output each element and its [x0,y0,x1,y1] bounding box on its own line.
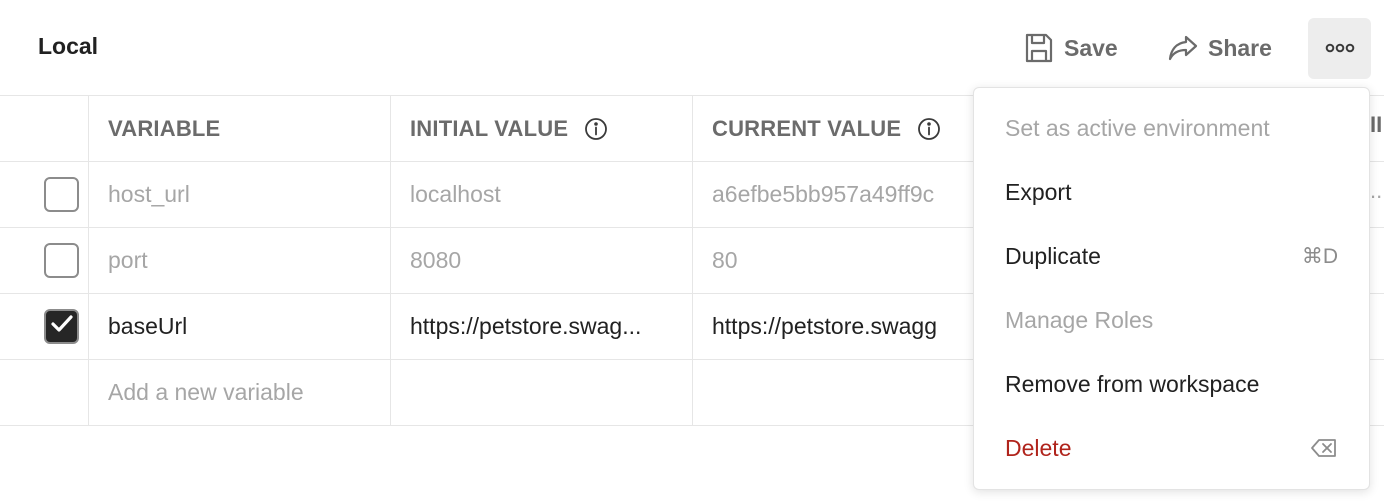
environment-title: Local [38,33,99,59]
checkbox-cell [0,360,89,425]
menu-item-label: Export [1005,178,1072,205]
column-header-initial-value: INITIAL VALUE [391,96,693,161]
share-button[interactable]: Share [1168,28,1272,68]
more-horizontal-icon [1325,40,1355,58]
row-enable-checkbox[interactable] [44,243,79,278]
initial-value: 8080 [410,247,462,273]
menu-item-duplicate[interactable]: Duplicate ⌘D [974,224,1369,288]
column-label: VARIABLE [108,115,221,141]
menu-item-set-active-environment[interactable]: Set as active environment [974,96,1369,160]
initial-value: localhost [410,181,501,207]
share-icon [1168,34,1198,62]
column-label: INITIAL VALUE [410,115,569,141]
column-label: CURRENT VALUE [712,115,902,141]
info-icon[interactable] [917,117,941,141]
current-value: https://petstore.swagg [712,313,938,339]
save-icon [1024,32,1054,64]
variable-name: host_url [108,181,190,207]
checkmark-icon [50,313,74,340]
current-value: a6efbe5bb957a49ff9c [712,181,935,207]
variable-cell[interactable]: port [89,228,391,293]
environment-actions-menu: Set as active environment Export Duplica… [973,87,1370,490]
variable-name: port [108,247,148,273]
menu-item-export[interactable]: Export [974,160,1369,224]
save-button[interactable]: Save [1024,28,1118,68]
checkbox-cell [0,162,89,227]
select-all-column [0,96,89,161]
checkbox-cell [0,228,89,293]
menu-item-delete[interactable]: Delete [974,416,1369,480]
menu-item-label: Manage Roles [1005,306,1154,333]
environment-editor: Local Save Share VARIABLE INITIAL VALUE … [0,0,1384,504]
initial-value-cell[interactable]: localhost [391,162,693,227]
variable-cell[interactable]: baseUrl [89,294,391,359]
initial-value-cell[interactable]: https://petstore.swag... [391,294,693,359]
save-label: Save [1064,34,1118,61]
variable-cell[interactable]: host_url [89,162,391,227]
more-actions-button[interactable] [1308,18,1371,79]
backspace-icon [1310,438,1338,458]
share-label: Share [1208,34,1272,61]
initial-value-cell[interactable]: 8080 [391,228,693,293]
initial-value: https://petstore.swag... [410,313,642,339]
row-enable-checkbox[interactable] [44,177,79,212]
current-value: 80 [712,247,738,273]
clipped-column-header: II [1370,112,1383,137]
clipped-cell-value: ... [1370,178,1384,203]
info-icon[interactable] [584,117,608,141]
variable-name: baseUrl [108,313,188,339]
checkbox-cell [0,294,89,359]
menu-item-label: Remove from workspace [1005,370,1260,397]
row-enable-checkbox[interactable] [44,309,79,344]
menu-item-label: Delete [1005,434,1072,461]
menu-item-remove-from-workspace[interactable]: Remove from workspace [974,352,1369,416]
add-variable-input[interactable]: Add a new variable [89,360,391,425]
menu-item-label: Duplicate [1005,242,1101,269]
add-variable-placeholder: Add a new variable [108,379,304,405]
initial-value-cell[interactable] [391,360,693,425]
menu-item-manage-roles[interactable]: Manage Roles [974,288,1369,352]
environment-header: Local Save Share [0,0,1384,96]
keyboard-shortcut: ⌘D [1301,244,1338,268]
column-header-variable: VARIABLE [89,96,391,161]
menu-item-label: Set as active environment [1005,114,1270,141]
